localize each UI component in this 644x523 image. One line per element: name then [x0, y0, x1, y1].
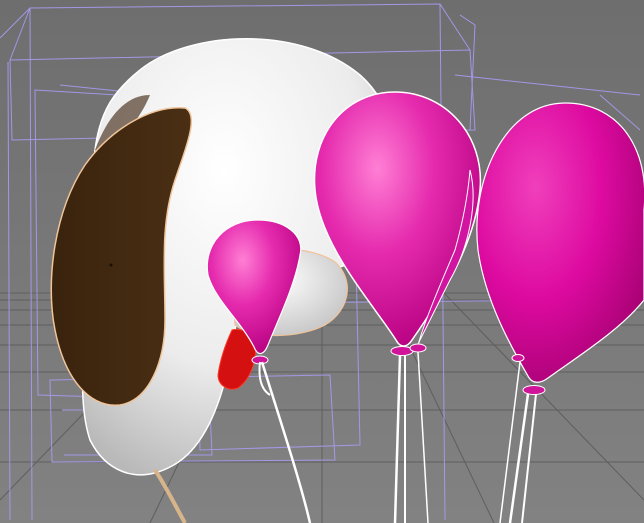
balloon-behind-knot [409, 343, 427, 353]
ear-vertex-dot [109, 263, 113, 267]
balloon-right-knot [522, 385, 546, 395]
balloon-right-knot-2 [511, 354, 525, 362]
3d-viewport[interactable] [0, 0, 644, 523]
scene-canvas[interactable] [0, 0, 644, 523]
